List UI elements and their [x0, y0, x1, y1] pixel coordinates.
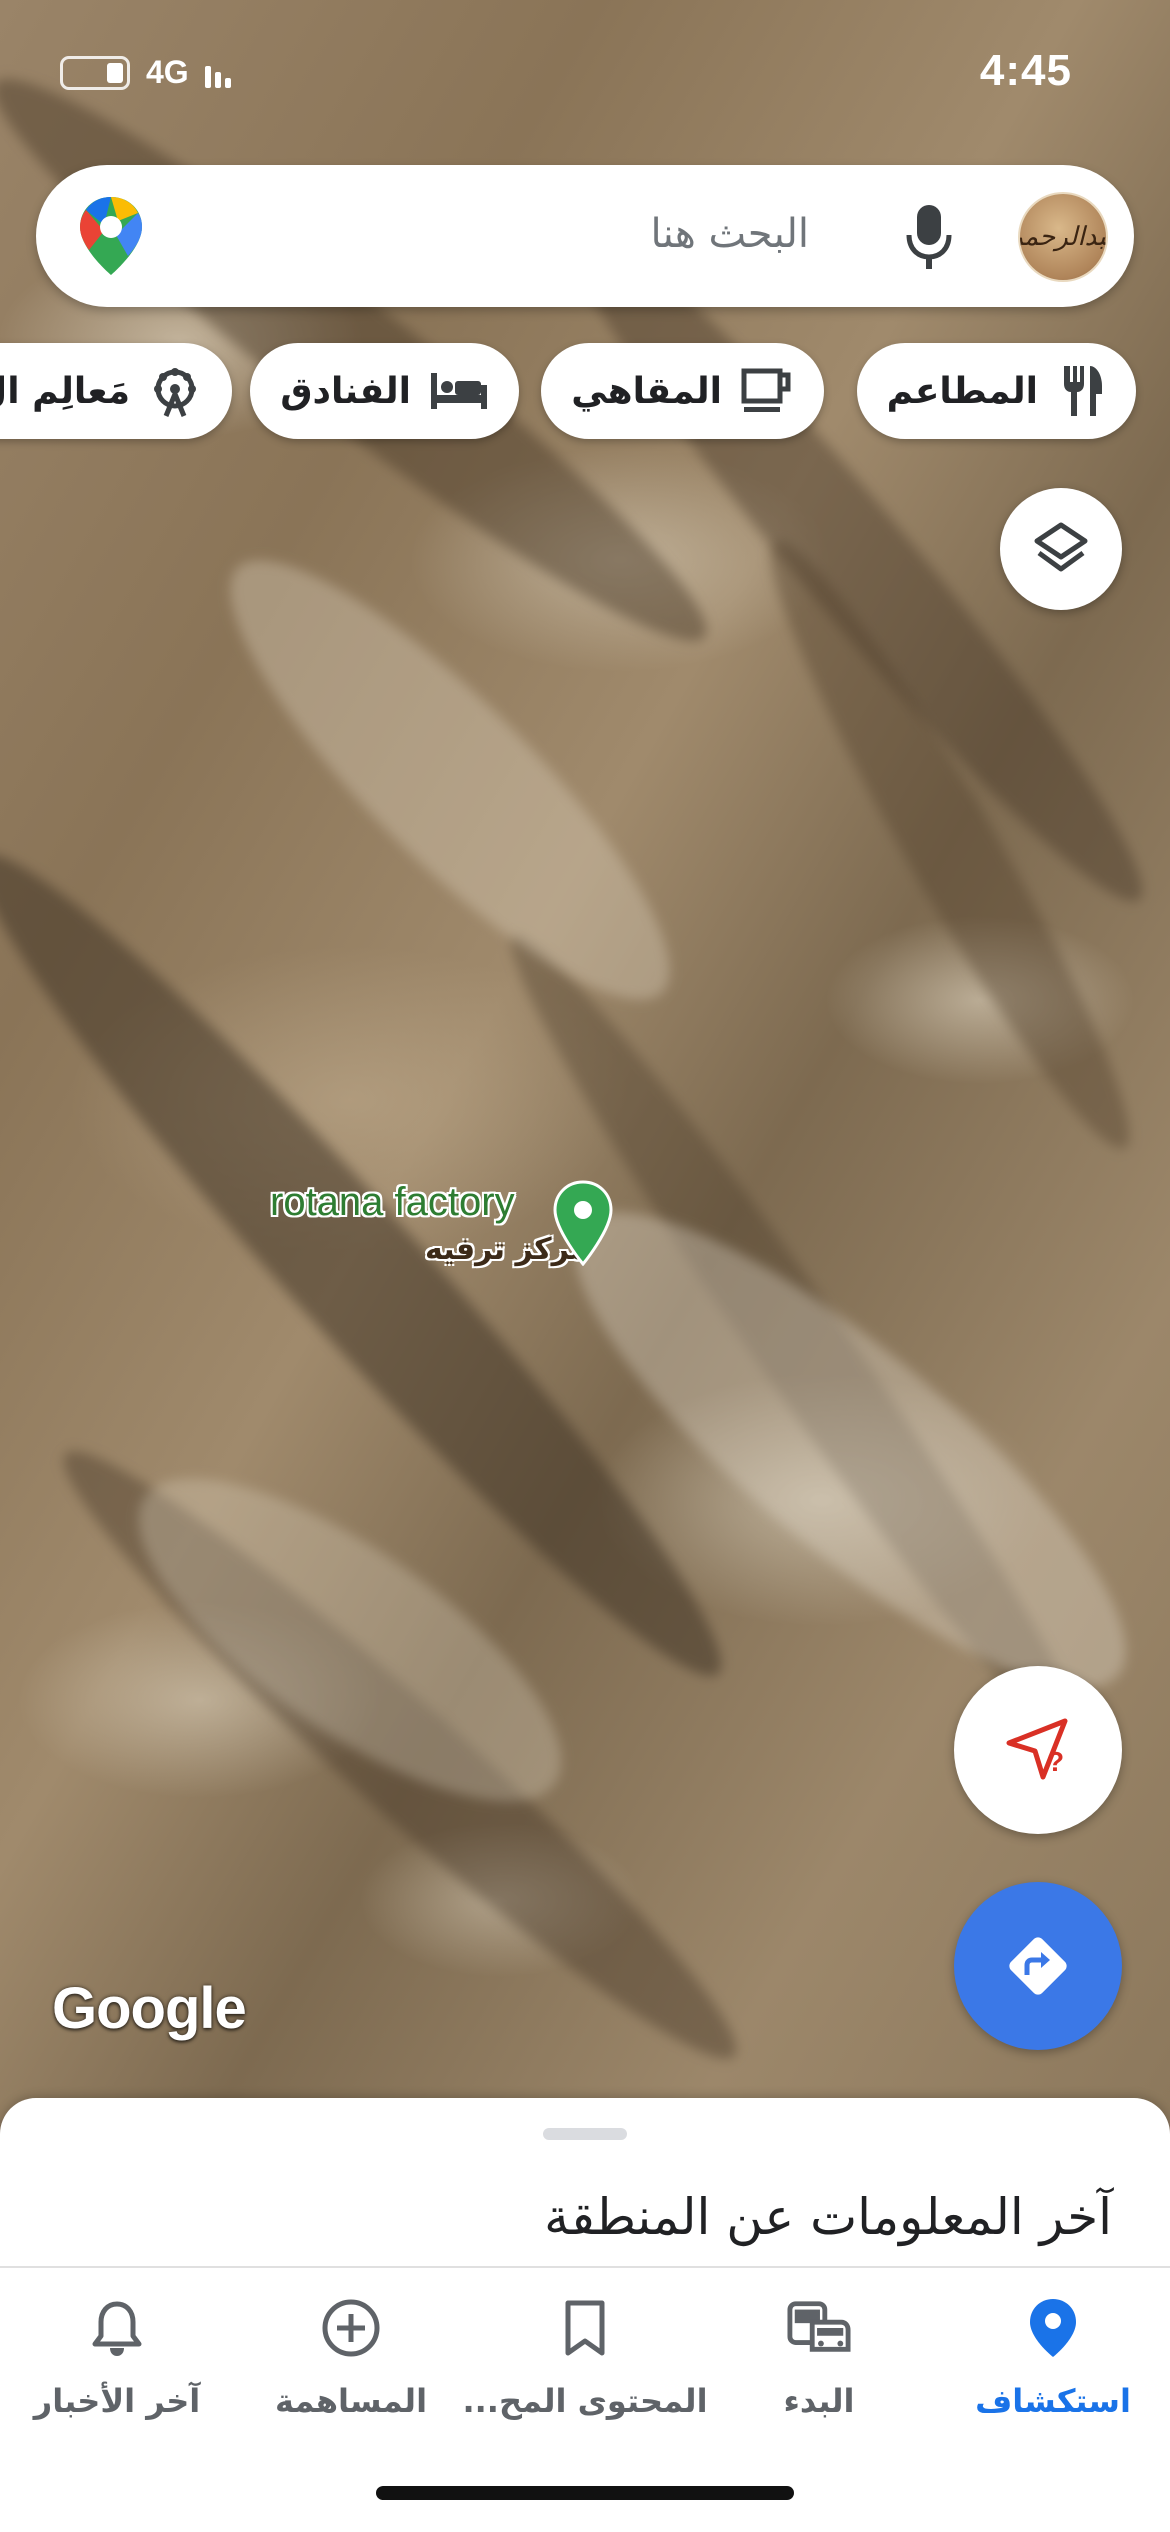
explore-pin-icon	[1030, 2299, 1076, 2357]
contribute-plus-icon	[322, 2299, 380, 2357]
sheet-title: آخر المعلومات عن المنطقة	[544, 2188, 1112, 2246]
hotel-icon	[431, 373, 487, 409]
chip-restaurants[interactable]: المطاعم	[856, 343, 1136, 439]
status-indicators: 4G	[60, 54, 231, 91]
status-bar: 4G 4:45	[0, 0, 1170, 150]
nav-explore[interactable]: استكشاف	[936, 2296, 1170, 2420]
saved-bookmark-icon	[565, 2300, 605, 2356]
restaurant-icon	[1064, 366, 1102, 416]
microphone-icon[interactable]	[904, 203, 954, 271]
signal-icon	[204, 58, 231, 88]
nav-label: البدء	[783, 2382, 855, 2420]
google-logo: Google	[52, 1976, 247, 2041]
chip-cafes[interactable]: المقاهي	[541, 343, 824, 439]
location-unknown-icon: ?	[1006, 1718, 1068, 1780]
nav-updates[interactable]: آخر الأخبار	[0, 2296, 234, 2420]
nav-go[interactable]: البدء	[702, 2296, 936, 2420]
chip-label: المطاعم	[886, 370, 1038, 412]
coffee-icon	[741, 368, 791, 412]
nav-label: آخر الأخبار	[33, 2382, 201, 2420]
chip-label: الفنادق	[280, 370, 411, 412]
category-chips: المطاعم المقاهي الفنادق مَعالِم ال	[0, 343, 1170, 443]
nav-label: استكشاف	[975, 2382, 1131, 2420]
layers-icon	[1034, 522, 1088, 572]
search-bar[interactable]: عبدالرحمن	[36, 165, 1134, 307]
network-type: 4G	[146, 54, 189, 90]
google-maps-logo-icon	[80, 197, 142, 275]
chip-label: مَعالِم ال	[0, 370, 130, 412]
directions-icon	[1009, 1937, 1067, 1995]
layers-button[interactable]	[1000, 488, 1122, 610]
chip-hotels[interactable]: الفنادق	[250, 343, 519, 439]
updates-bell-icon	[92, 2301, 142, 2356]
avatar-text: عبدالرحمن	[1020, 222, 1107, 252]
chip-attractions[interactable]: مَعالِم ال	[0, 343, 232, 439]
explore-bottom-sheet[interactable]: آخر المعلومات عن المنطقة	[0, 2098, 1170, 2268]
place-pin-icon[interactable]	[552, 1180, 614, 1266]
attractions-icon	[154, 368, 196, 417]
status-time: 4:45	[979, 46, 1072, 95]
nav-label: المساهمة	[274, 2382, 428, 2420]
nav-label: المحتوى المح...	[462, 2382, 708, 2420]
account-avatar[interactable]: عبدالرحمن	[1018, 192, 1108, 282]
search-input[interactable]	[409, 203, 809, 265]
battery-icon	[60, 55, 130, 90]
place-name: rotana factory	[270, 1180, 515, 1224]
svg-text:?: ?	[1047, 1746, 1064, 1777]
my-location-button[interactable]: ?	[954, 1666, 1122, 1834]
directions-button[interactable]	[954, 1882, 1122, 2050]
commute-icon	[787, 2301, 851, 2352]
chip-label: المقاهي	[571, 370, 722, 412]
home-indicator[interactable]	[376, 2486, 794, 2500]
nav-contribute[interactable]: المساهمة	[234, 2296, 468, 2420]
nav-saved[interactable]: المحتوى المح...	[462, 2296, 708, 2420]
sheet-drag-handle[interactable]	[543, 2128, 627, 2140]
